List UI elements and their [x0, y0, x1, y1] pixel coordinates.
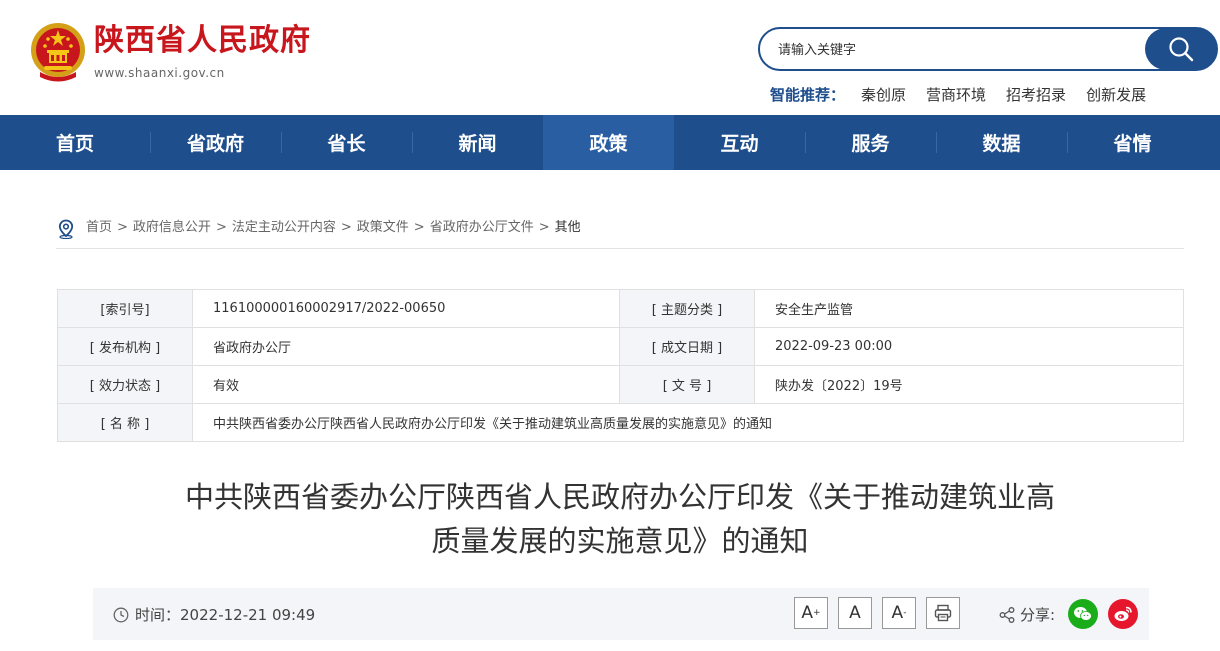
print-button[interactable] — [926, 597, 960, 629]
nav-item-news[interactable]: 新闻 — [412, 115, 543, 170]
font-decrease-button[interactable]: A- — [882, 597, 916, 629]
site-logo[interactable]: 陕西省人民政府 www.shaanxi.gov.cn — [30, 22, 311, 82]
breadcrumb-separator: > — [215, 220, 227, 235]
index-no-label: [索引号] — [57, 289, 193, 328]
share-weibo-button[interactable] — [1108, 599, 1138, 629]
nav-item-home[interactable]: 首页 — [0, 115, 150, 170]
docno-value: 陕办发〔2022〕19号 — [754, 365, 1184, 404]
breadcrumb-separator: > — [413, 220, 425, 235]
font-reset-glyph: A — [849, 603, 861, 623]
nav-item-services[interactable]: 服务 — [805, 115, 936, 170]
smart-link-recruitment[interactable]: 招考招录 — [1006, 84, 1066, 105]
breadcrumb-office-docs[interactable]: 省政府办公厅文件 — [430, 218, 534, 238]
search-icon — [1169, 37, 1194, 62]
share-label: 分享: — [1020, 606, 1056, 624]
smart-recommend: 智能推荐： 秦创原 营商环境 招考招录 创新发展 — [770, 84, 1166, 105]
nav-item-data[interactable]: 数据 — [936, 115, 1067, 170]
article-title-line2: 质量发展的实施意见》的通知 — [431, 524, 809, 558]
publish-time-value: 2022-12-21 09:49 — [180, 605, 316, 624]
share-wechat-button[interactable] — [1068, 599, 1098, 629]
nav-item-policy[interactable]: 政策 — [543, 115, 674, 170]
topic-value: 安全生产监管 — [754, 289, 1184, 328]
issuer-value: 省政府办公厅 — [192, 327, 620, 366]
weibo-icon — [1114, 606, 1132, 621]
emblem-icon — [31, 23, 85, 82]
date-value: 2022-09-23 00:00 — [754, 327, 1184, 366]
smart-link-qinchuangyuan[interactable]: 秦创原 — [861, 84, 906, 105]
font-decrease-glyph: A — [891, 603, 904, 623]
clock-icon — [113, 607, 129, 622]
share: 分享: — [998, 604, 1055, 625]
document-meta-table: [索引号] 116100000160002917/2022-00650 [ 主题… — [57, 289, 1184, 442]
main-nav: 首页 省政府 省长 新闻 政策 互动 服务 数据 省情 — [0, 115, 1220, 170]
site-header: 陕西省人民政府 www.shaanxi.gov.cn 智能推荐： 秦创原 营商环… — [0, 0, 1220, 115]
table-row: [ 名 称 ] 中共陕西省委办公厅陕西省人民政府办公厅印发《关于推动建筑业高质量… — [57, 403, 1184, 442]
nav-item-governor[interactable]: 省长 — [281, 115, 412, 170]
issuer-label: [ 发布机构 ] — [57, 327, 193, 366]
breadcrumb-separator: > — [538, 220, 550, 235]
date-label: [ 成文日期 ] — [619, 327, 755, 366]
search-button[interactable] — [1145, 28, 1217, 70]
table-row: [索引号] 116100000160002917/2022-00650 [ 主题… — [57, 289, 1184, 328]
breadcrumb-gov-info[interactable]: 政府信息公开 — [133, 218, 211, 238]
search-box — [758, 27, 1218, 71]
font-decrease-sup: - — [903, 608, 907, 618]
breadcrumb-current[interactable]: 其他 — [555, 218, 581, 238]
nav-item-province-info[interactable]: 省情 — [1067, 115, 1198, 170]
smart-link-business-env[interactable]: 营商环境 — [926, 84, 986, 105]
search-input[interactable] — [776, 29, 1140, 71]
main-content: 首页 > 政府信息公开 > 法定主动公开内容 > 政策文件 > 省政府办公厅文件… — [20, 170, 1220, 651]
font-increase-sup: + — [813, 608, 821, 618]
print-icon — [934, 604, 952, 622]
status-value: 有效 — [192, 365, 620, 404]
name-label: [ 名 称 ] — [57, 403, 193, 442]
wechat-icon — [1074, 607, 1092, 621]
docno-label: [ 文 号 ] — [619, 365, 755, 404]
breadcrumb: 首页 > 政府信息公开 > 法定主动公开内容 > 政策文件 > 省政府办公厅文件… — [56, 218, 1184, 249]
smart-link-innovation[interactable]: 创新发展 — [1086, 84, 1146, 105]
smart-recommend-label: 智能推荐： — [770, 86, 846, 104]
table-row: [ 效力状态 ] 有效 [ 文 号 ] 陕办发〔2022〕19号 — [57, 365, 1184, 404]
nav-item-government[interactable]: 省政府 — [150, 115, 281, 170]
article-title: 中共陕西省委办公厅陕西省人民政府办公厅印发《关于推动建筑业高 质量发展的实施意见… — [20, 475, 1220, 563]
topic-label: [ 主题分类 ] — [619, 289, 755, 328]
publish-time-label: 时间： — [135, 606, 181, 624]
article-title-line1: 中共陕西省委办公厅陕西省人民政府办公厅印发《关于推动建筑业高 — [184, 480, 1055, 514]
font-increase-button[interactable]: A + — [794, 597, 828, 629]
breadcrumb-statutory[interactable]: 法定主动公开内容 — [232, 218, 336, 238]
site-domain: www.shaanxi.gov.cn — [94, 66, 225, 80]
status-label: [ 效力状态 ] — [57, 365, 193, 404]
site-title: 陕西省人民政府 — [94, 23, 311, 58]
breadcrumb-separator: > — [117, 220, 128, 235]
location-pin-icon — [58, 219, 74, 239]
index-no-value: 116100000160002917/2022-00650 — [192, 289, 620, 328]
table-row: [ 发布机构 ] 省政府办公厅 [ 成文日期 ] 2022-09-23 00:0… — [57, 327, 1184, 366]
nav-item-interaction[interactable]: 互动 — [674, 115, 805, 170]
font-reset-button[interactable]: A — [838, 597, 872, 629]
breadcrumb-home[interactable]: 首页 — [86, 218, 112, 238]
font-increase-glyph: A — [801, 603, 814, 623]
name-value: 中共陕西省委办公厅陕西省人民政府办公厅印发《关于推动建筑业高质量发展的实施意见》… — [192, 403, 1184, 442]
breadcrumb-separator: > — [340, 220, 352, 235]
article-toolbar: 时间： 2022-12-21 09:49 A + A A- 分享: — [93, 588, 1149, 640]
breadcrumb-policy-docs[interactable]: 政策文件 — [357, 218, 409, 238]
publish-time: 时间： 2022-12-21 09:49 — [113, 604, 315, 625]
share-icon — [999, 606, 1015, 623]
